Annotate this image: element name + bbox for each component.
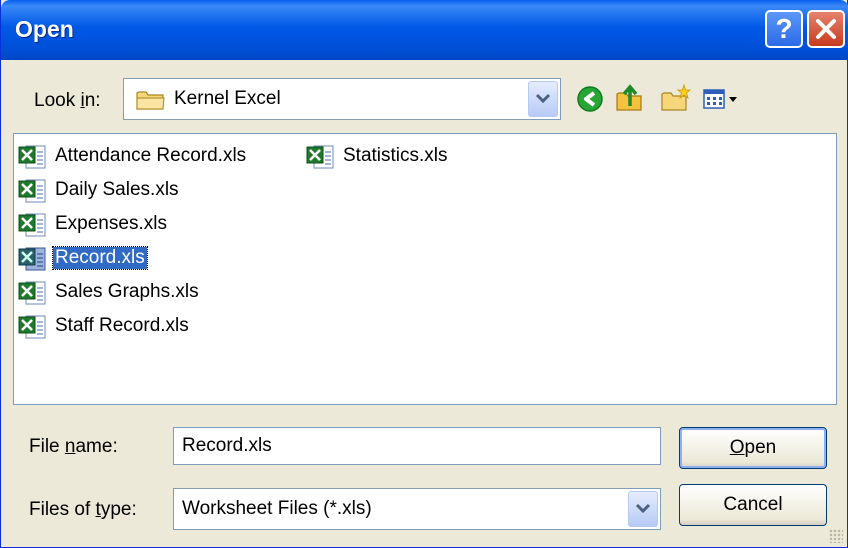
files-of-type-value: Worksheet Files (*.xls) xyxy=(182,498,372,519)
close-button[interactable] xyxy=(807,10,845,48)
file-name: Statistics.xls xyxy=(343,145,448,166)
up-folder-icon xyxy=(616,84,642,111)
excel-file-icon xyxy=(18,145,46,169)
excel-file-icon xyxy=(18,247,46,271)
files-of-type-select[interactable]: Worksheet Files (*.xls) xyxy=(173,488,661,530)
back-icon xyxy=(577,86,603,112)
look-in-label: Look in: xyxy=(34,90,101,111)
help-button[interactable]: ? xyxy=(765,10,803,48)
look-in-dropdown-button[interactable] xyxy=(528,81,558,117)
file-name: Attendance Record.xls xyxy=(55,145,247,166)
excel-file-icon xyxy=(306,145,334,169)
file-name: Staff Record.xls xyxy=(55,315,189,336)
file-list[interactable]: Attendance Record.xls Statistics.xls Dai… xyxy=(13,133,837,405)
cancel-button[interactable]: Cancel xyxy=(679,484,827,526)
excel-file-icon xyxy=(18,179,46,203)
up-one-level-button[interactable] xyxy=(613,82,647,116)
files-of-type-label: Files of type: xyxy=(29,499,137,520)
file-name-input[interactable]: Record.xls xyxy=(173,427,661,465)
file-name: Daily Sales.xls xyxy=(55,179,179,200)
file-name: Expenses.xls xyxy=(55,213,167,234)
file-name-label: File name: xyxy=(29,436,118,457)
open-button[interactable]: Open xyxy=(679,427,827,469)
look-in-select[interactable]: Kernel Excel xyxy=(123,78,561,120)
window-title: Open xyxy=(15,16,74,42)
excel-file-icon xyxy=(18,281,46,305)
excel-file-icon xyxy=(18,213,46,237)
open-dialog: Open ? Look in: Kernel Excel Attendance … xyxy=(0,0,848,548)
views-menu-button[interactable] xyxy=(701,82,745,116)
file-name: Sales Graphs.xls xyxy=(55,281,199,302)
views-menu-icon xyxy=(703,89,737,109)
back-button[interactable] xyxy=(573,82,607,116)
title-bar[interactable]: Open ? xyxy=(1,0,848,60)
resize-grip[interactable] xyxy=(829,529,843,543)
chevron-down-icon xyxy=(535,93,551,104)
files-of-type-dropdown-button[interactable] xyxy=(628,491,658,527)
new-folder-icon xyxy=(661,83,692,111)
chevron-down-icon xyxy=(635,503,651,514)
new-folder-button[interactable] xyxy=(659,82,693,116)
folder-icon xyxy=(136,91,165,110)
excel-file-icon xyxy=(18,315,46,339)
close-icon xyxy=(816,19,836,39)
look-in-value: Kernel Excel xyxy=(174,88,281,109)
file-name: Record.xls xyxy=(52,246,148,270)
